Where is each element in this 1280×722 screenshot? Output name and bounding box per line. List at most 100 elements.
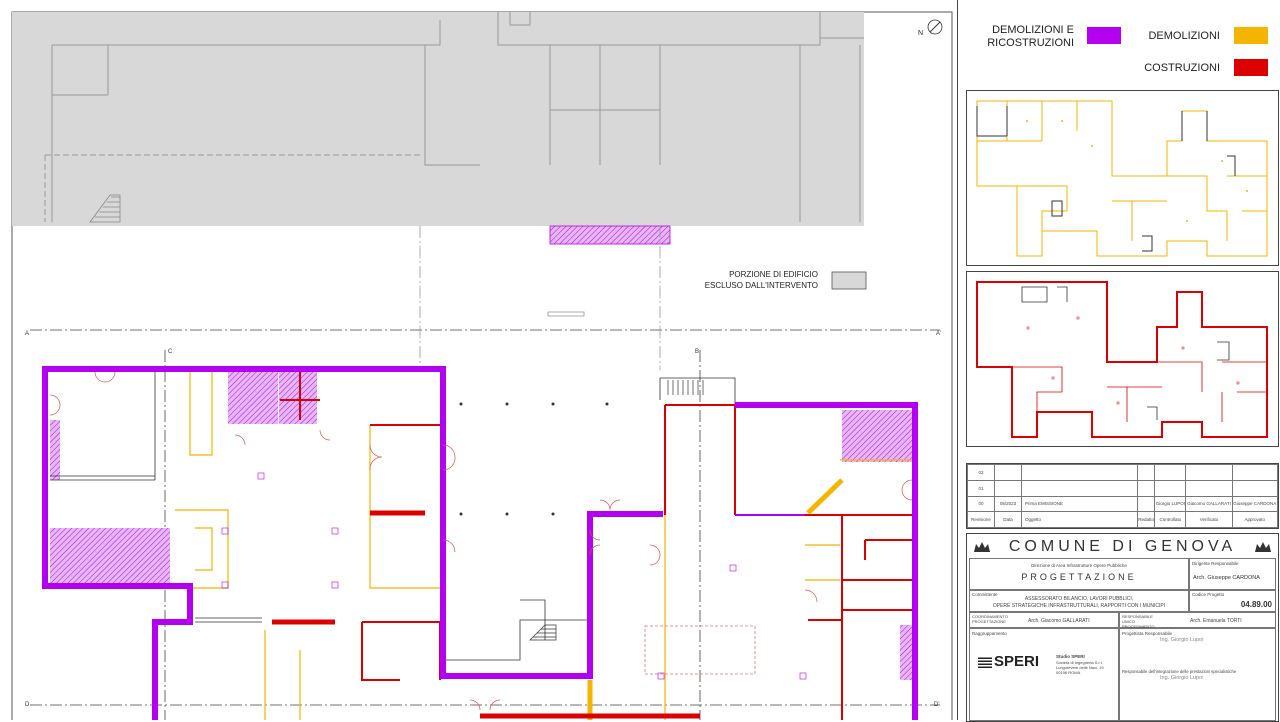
demolition-walls [175,372,912,720]
section-mark-a-prime: A' [936,331,941,337]
rev-approved [1231,479,1279,497]
section-lines [30,226,940,720]
title-block: 02 01 00 05/2023 Prima EMISSIONE Giorgio… [966,457,1279,722]
ceiling-markers [221,472,807,680]
progettista-label: Progettista Responsabile [1122,631,1173,636]
north-arrow-icon [927,19,943,35]
speri-logo: SPERI [978,653,1039,670]
legend-demolizioni-ricostruzioni-line1: DEMOLIZIONI E [992,24,1074,36]
revision-table: 02 01 00 05/2023 Prima EMISSIONE Giorgio… [966,463,1279,529]
rev-approved [1231,464,1279,481]
rup-label: RESPONSABILE UNICO PROCEDIMENTO [1122,614,1155,629]
rev-drawn [1136,464,1156,481]
legend-demolizioni-ricostruzioni-line2: RICOSTRUZIONI [987,37,1074,49]
rev-header: Verificato [1185,511,1233,528]
rev-header: Controllato [1154,511,1187,528]
progettazione-title: PROGETTAZIONE [1021,572,1137,582]
comune-title: COMUNE DI GENOVA [1008,538,1237,555]
rev-header: Revisione [967,511,995,528]
door-swings [49,371,913,711]
speri-logo-text: SPERI [994,653,1040,670]
excluded-note-line2: ESCLUSO DALL'INTERVENTO [705,281,818,290]
rev-number: 02 [967,464,995,481]
rev-subject: Prima EMISSIONE [1021,495,1138,513]
progettista-cell: Progettista Responsabile Ing. Giorgio Lu… [1119,628,1276,721]
legend-demolizioni-ricostruzioni: DEMOLIZIONI E RICOSTRUZIONI [972,24,1074,50]
floor-plan: A A' C B D D' N PORZIONE DI EDIFICIO ESC… [11,11,953,720]
codice-value: 04.89.00 [1240,600,1272,609]
rev-number: 01 [967,479,995,497]
rup-name: Arch. Emanuela TORTI [1190,618,1242,624]
studio-addr-3: 00196 ROMA [1056,670,1081,675]
hatched-strip-top [549,225,671,245]
studio-name: Studio SPERI [1056,654,1085,659]
revision-header-row: Revisione Data Oggetto Redatto Controlla… [967,511,1279,528]
progettista-name: Ing. Giorgio Lupoi [1160,637,1204,643]
section-mark-b: B [695,349,699,355]
rev-date [994,479,1022,497]
rev-subject [1021,479,1138,497]
coordinamento-label: COORDINAMENTO PROGETTAZIONE [972,614,1008,624]
dirigente-label: Dirigente Responsabile [1192,561,1239,566]
section-mark-d-prime: D' [934,702,939,708]
north-label: N [918,30,923,37]
committente-cell: Committente ASSESSORATO BILANCIO, LAVORI… [969,590,1189,612]
column-markers [459,402,609,516]
revision-row: 01 [967,479,1279,497]
dirigente-name: Arch. Giuseppe CARDONA [1193,575,1260,581]
rev-subject [1021,464,1138,481]
small-beam [547,311,585,317]
coordinamento-cell: COORDINAMENTO PROGETTAZIONE Arch. Giacom… [969,612,1119,628]
rup-cell: RESPONSABILE UNICO PROCEDIMENTO Arch. Em… [1119,612,1276,629]
excluded-area [12,12,864,226]
rev-verified: Giacomo GALLARATI [1185,495,1233,513]
legend-costruzioni: COSTRUZIONI [1144,62,1220,74]
revision-row: 00 05/2023 Prima EMISSIONE Giorgio LUPOI… [967,495,1279,513]
rev-header: Data [994,511,1022,528]
side-panel: DEMOLIZIONI E RICOSTRUZIONI DEMOLIZIONI … [957,0,1280,722]
rev-drawn [1136,479,1156,497]
excluded-swatch [831,271,867,290]
rev-date: 05/2023 [994,495,1022,513]
swatch-demolizioni-ricostruzioni [1087,27,1121,44]
rev-checked: Giorgio LUPOI [1154,495,1187,513]
raggruppamento-label: Raggruppamento [972,631,1007,636]
hatched-areas [50,372,912,680]
mini-plan-costruzioni [966,271,1279,447]
committente-line2: OPERE STRATEGICHE INFRASTRUTTURALI, RAPP… [992,603,1166,609]
rev-verified [1185,464,1233,481]
speri-logo-icon [978,656,992,669]
rev-drawn [1136,495,1156,513]
revision-row: 02 [967,464,1279,481]
legend-demolizioni: DEMOLIZIONI [1148,30,1220,42]
section-mark-d: D [25,702,30,708]
rev-header: Approvato [1231,511,1279,528]
rev-approved: Giuseppe CARDONA [1231,495,1279,513]
rev-checked [1154,464,1187,481]
codice-cell: Codice Progetto 04.89.00 [1189,590,1276,612]
codice-label: Codice Progetto [1192,592,1225,597]
rev-header: Oggetto [1021,511,1138,528]
rev-checked [1154,479,1187,497]
direzione-text: Direzione di Area Infrastrutture Opere P… [1031,563,1127,568]
demolition-wall-thick [806,478,844,515]
swatch-demolizioni [1234,27,1268,44]
section-mark-c: C [168,349,173,355]
dirigente-cell: Dirigente Responsabile Arch. Giuseppe CA… [1189,558,1276,590]
comune-block: COMUNE DI GENOVA Direzione di Area Infra… [966,533,1279,722]
excluded-note-line1: PORZIONE DI EDIFICIO [729,270,818,279]
rev-date [994,464,1022,481]
mini-plan-demolizioni [966,90,1279,266]
committente-line1: ASSESSORATO BILANCIO, LAVORI PUBBLICI, [1024,596,1134,602]
integrazione-name: Ing. Giorgio Lupoi [1160,675,1204,681]
section-mark-a: A [25,331,29,337]
coordinamento-name: Arch. Giacomo GALLARATI [1028,618,1090,624]
plan-stair [529,380,704,641]
rev-number: 00 [967,495,995,513]
integrazione-label: Responsabile dell'integrazione delle pre… [1122,669,1237,674]
rev-verified [1185,479,1233,497]
progettazione-cell: Direzione di Area Infrastrutture Opere P… [969,558,1189,590]
swatch-costruzioni [1234,59,1268,76]
raggruppamento-cell: Raggruppamento SPERI Studio SPERI Societ… [969,628,1119,721]
rev-header: Redatto [1136,511,1156,528]
